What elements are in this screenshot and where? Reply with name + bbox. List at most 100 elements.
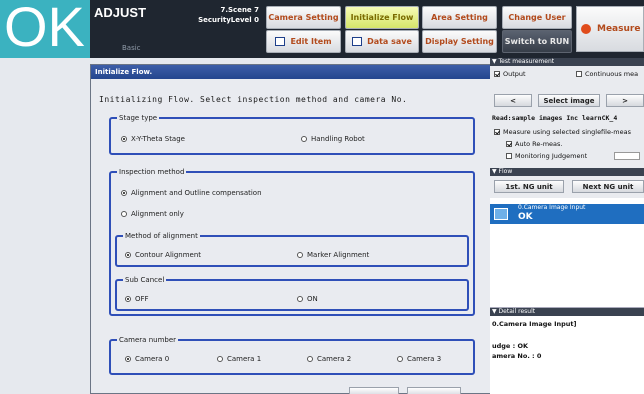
checkbox-checked-icon	[494, 71, 500, 77]
detail-result-header: ▼ Detail result	[490, 308, 644, 316]
ok-button[interactable]	[349, 387, 399, 394]
inspection-method-label: Inspection method	[117, 167, 187, 177]
camera-setting-button[interactable]: Camera Setting	[266, 6, 341, 29]
edit-icon	[275, 37, 286, 46]
switch-to-run-label: Switch to RUN	[504, 37, 570, 46]
detail-result-unit: 0.Camera Image Input]	[492, 320, 577, 328]
dialog-description: Initializing Flow. Select inspection met…	[99, 95, 408, 104]
stage-handling-robot-radio[interactable]: Handling Robot	[301, 135, 365, 143]
method-of-alignment-label: Method of alignment	[123, 231, 200, 241]
flow-item-status: OK	[518, 212, 533, 222]
camera-0-label: Camera 0	[135, 355, 170, 363]
measure-icon	[581, 24, 591, 34]
inspection-alignment-only-radio[interactable]: Alignment only	[121, 210, 184, 218]
checkbox-icon	[576, 71, 582, 77]
camera-number-label: Camera number	[117, 335, 179, 345]
camera-0-radio[interactable]: Camera 0	[125, 355, 169, 363]
output-checkbox[interactable]: Output	[494, 70, 526, 78]
first-ng-unit-button[interactable]: 1st. NG unit	[494, 180, 564, 193]
camera-3-radio[interactable]: Camera 3	[397, 355, 441, 363]
mode-subtitle: Basic	[122, 44, 141, 52]
inspection-method-group: Inspection method Alignment and Outline …	[109, 167, 475, 316]
previous-image-label: <	[510, 96, 516, 105]
auto-remeasure-label: Auto Re-meas.	[515, 140, 563, 148]
display-setting-label: Display Setting	[425, 37, 494, 46]
edit-item-button[interactable]: Edit Item	[266, 30, 341, 53]
measure-button[interactable]: Measure	[576, 6, 644, 52]
detail-camera-line: amera No. : 0	[492, 352, 542, 360]
test-measurement-title: Test measurement	[498, 58, 555, 65]
marker-alignment-radio[interactable]: Marker Alignment	[297, 251, 369, 259]
radio-icon	[297, 252, 303, 258]
security-level: SecurityLevel 0	[198, 16, 259, 24]
measure-label: Measure	[597, 24, 641, 34]
image-info-text: Read:sample images Inc learnCK_4	[492, 114, 618, 122]
next-image-button[interactable]: >	[606, 94, 644, 107]
judgement-indicator: OK	[0, 0, 90, 58]
checkbox-icon	[506, 153, 512, 159]
right-panel: ▼ Test measurement Output Continuous mea…	[490, 58, 644, 394]
change-user-button[interactable]: Change User	[502, 6, 572, 29]
inspection-alignment-outline-radio[interactable]: Alignment and Outline compensation	[121, 189, 262, 197]
measure-selected-label: Measure using selected singlefile-meas	[503, 128, 632, 136]
top-header: OK ADJUST Basic 7.Scene 7 SecurityLevel …	[0, 0, 644, 58]
data-save-button[interactable]: Data save	[345, 30, 419, 53]
monitoring-judgement-input[interactable]	[614, 152, 640, 160]
radio-selected-icon	[125, 252, 131, 258]
monitoring-judgement-label: Monitoring Judgement	[515, 152, 588, 160]
next-ng-unit-label: Next NG unit	[582, 182, 634, 191]
area-setting-button[interactable]: Area Setting	[422, 6, 497, 29]
select-image-label: Select image	[543, 96, 595, 105]
next-ng-unit-button[interactable]: Next NG unit	[572, 180, 644, 193]
display-setting-button[interactable]: Display Setting	[422, 30, 497, 53]
radio-icon	[397, 356, 403, 362]
stage-xy-theta-radio[interactable]: X-Y-Theta Stage	[121, 135, 185, 143]
select-image-button[interactable]: Select image	[538, 94, 600, 107]
scene-name: 7.Scene 7	[220, 6, 259, 14]
checkbox-checked-icon	[494, 129, 500, 135]
radio-selected-icon	[125, 296, 131, 302]
initialize-flow-dialog: Initialize Flow. Initializing Flow. Sele…	[90, 64, 491, 394]
flow-title: Flow	[498, 168, 513, 175]
continuous-measurement-label: Continuous mea	[585, 70, 639, 78]
stage-type-label: Stage type	[117, 113, 160, 123]
output-label: Output	[503, 70, 526, 78]
judgement-text: OK	[4, 0, 85, 58]
continuous-measurement-checkbox[interactable]: Continuous mea	[576, 70, 638, 78]
checkbox-checked-icon	[506, 141, 512, 147]
initialize-flow-button[interactable]: Initialize Flow	[345, 6, 419, 29]
cancel-button[interactable]	[407, 387, 461, 394]
monitoring-judgement-checkbox[interactable]: Monitoring Judgement	[506, 152, 587, 160]
sub-cancel-group: Sub Cancel OFF ON	[115, 275, 469, 311]
contour-alignment-radio[interactable]: Contour Alignment	[125, 251, 201, 259]
camera-2-radio[interactable]: Camera 2	[307, 355, 351, 363]
first-ng-unit-label: 1st. NG unit	[505, 182, 553, 191]
auto-remeasure-checkbox[interactable]: Auto Re-meas.	[506, 140, 563, 148]
test-measurement-header: ▼ Test measurement	[490, 58, 644, 66]
stage-handling-robot-label: Handling Robot	[311, 135, 365, 143]
sub-cancel-on-radio[interactable]: ON	[297, 295, 318, 303]
inspection-alignment-only-label: Alignment only	[131, 210, 184, 218]
change-user-label: Change User	[508, 13, 566, 22]
switch-to-run-button[interactable]: Switch to RUN	[502, 30, 572, 53]
marker-alignment-label: Marker Alignment	[307, 251, 370, 259]
camera-setting-label: Camera Setting	[268, 13, 339, 22]
radio-icon	[121, 211, 127, 217]
sub-cancel-off-radio[interactable]: OFF	[125, 295, 149, 303]
measure-selected-checkbox[interactable]: Measure using selected singlefile-meas	[494, 128, 631, 136]
sub-cancel-off-label: OFF	[135, 295, 149, 303]
camera-number-group: Camera number Camera 0 Camera 1 Camera 2…	[109, 335, 475, 375]
scene-info[interactable]: 7.Scene 7 SecurityLevel 0	[178, 3, 262, 31]
camera-1-label: Camera 1	[227, 355, 262, 363]
contour-alignment-label: Contour Alignment	[135, 251, 202, 259]
camera-2-label: Camera 2	[317, 355, 352, 363]
data-save-label: Data save	[367, 37, 412, 46]
flow-header: ▼ Flow	[490, 168, 644, 176]
camera-1-radio[interactable]: Camera 1	[217, 355, 261, 363]
camera-icon	[494, 208, 508, 220]
previous-image-button[interactable]: <	[494, 94, 532, 107]
initialize-flow-label: Initialize Flow	[350, 13, 414, 22]
radio-icon	[297, 296, 303, 302]
dialog-title: Initialize Flow.	[91, 65, 490, 79]
save-icon	[352, 37, 363, 46]
